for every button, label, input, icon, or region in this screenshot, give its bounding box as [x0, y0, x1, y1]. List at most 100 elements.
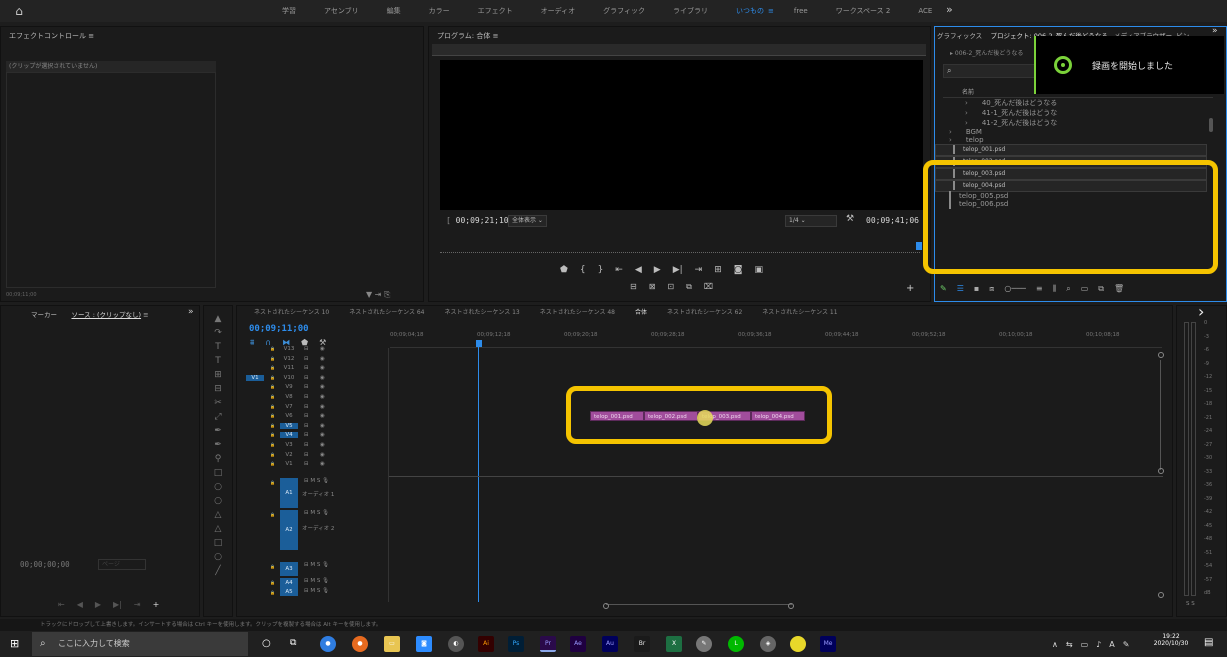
sequence-tab[interactable]: ネストされたシーケンス 10 [248, 306, 343, 320]
eye-icon[interactable]: ◉ [320, 423, 325, 429]
source-go-out-icon[interactable]: ⇥ [134, 600, 141, 609]
illustrator-icon[interactable]: Ai [478, 636, 494, 652]
lock-icon[interactable]: 🔒 [270, 413, 275, 418]
project-item[interactable]: › 41-1_死んだ後はどうな [935, 108, 1207, 118]
sync-icon[interactable]: ⊟ [304, 442, 309, 448]
program-scrubber[interactable] [440, 245, 920, 253]
freeform-view-icon[interactable]: ⧈ [989, 284, 994, 294]
track-label[interactable]: V11 [280, 365, 298, 371]
project-search-input[interactable]: ⌕ [943, 64, 1035, 78]
sort-icon[interactable]: ≡ [1036, 284, 1043, 294]
workspace-tab[interactable]: カラー [415, 0, 464, 22]
shield-icon[interactable]: ◈ [760, 636, 776, 652]
track-label[interactable]: V4 [280, 432, 298, 439]
line-icon[interactable]: L [728, 636, 744, 652]
track-label[interactable]: A5 [280, 588, 298, 596]
ime-icon[interactable]: A [1109, 640, 1114, 649]
file-explorer-icon[interactable]: ▭ [384, 636, 400, 652]
track-label[interactable]: A1 [280, 478, 298, 508]
project-item[interactable]: telop_001.psd [935, 144, 1207, 156]
brush-icon[interactable]: ⚲ [215, 454, 222, 464]
line-tool-icon[interactable]: ╱ [215, 566, 220, 576]
lock-icon[interactable]: 🔒 [270, 512, 275, 517]
meters-expand-icon[interactable]: › [1198, 302, 1204, 321]
lock-icon[interactable]: 🔒 [270, 375, 275, 380]
ellipse-tool-icon[interactable]: ○ [214, 482, 222, 492]
solo-buttons[interactable]: S S [1186, 601, 1195, 607]
icon-view-icon[interactable]: ▪ [974, 284, 979, 294]
home-icon[interactable]: ⌂ [12, 4, 26, 18]
track-controls[interactable]: ⊟ M S 🎙 [304, 510, 329, 516]
track-label[interactable]: A2 [280, 510, 298, 550]
volume-icon[interactable]: ♪ [1096, 640, 1101, 649]
project-item[interactable]: › BGM [935, 128, 1207, 136]
workspace-tab[interactable]: 編集 [373, 0, 415, 22]
workspace-tab[interactable]: グラフィック [589, 0, 659, 22]
track-label[interactable]: V2 [280, 452, 298, 458]
workspace-tab[interactable]: ワークスペース 2 [822, 0, 905, 22]
system-clock[interactable]: 19:22 2020/10/30 [1148, 633, 1194, 647]
lock-icon[interactable]: 🔒 [270, 452, 275, 457]
column-name-header[interactable]: 名前 [962, 87, 974, 96]
media-encoder-icon[interactable]: Me [820, 636, 836, 652]
slip-icon[interactable]: ✂ [214, 398, 222, 408]
sync-icon[interactable]: ⊟ [304, 375, 309, 381]
track-controls[interactable]: ⊟ M S 🎙 [304, 478, 329, 484]
lock-icon[interactable]: 🔒 [270, 356, 275, 361]
marker-icon[interactable]: ⬟ [560, 265, 568, 275]
yellow-app-icon[interactable] [790, 636, 806, 652]
sync-icon[interactable]: ⊟ [304, 404, 309, 410]
find-icon[interactable]: ⌕ [1066, 284, 1070, 294]
timeline-playhead-handle[interactable] [476, 340, 482, 347]
taskbar-search[interactable]: ここに入力して検索 [32, 632, 248, 656]
insert-icon[interactable]: ⊞ [714, 265, 722, 275]
pen-tool-icon[interactable]: ✒ [214, 426, 222, 436]
chevron-right-icon[interactable]: › [965, 99, 968, 107]
horizontal-zoom-bar[interactable] [606, 604, 792, 609]
workspace-tab[interactable]: オーディオ [527, 0, 590, 22]
more-workspaces-icon[interactable]: » [946, 3, 953, 16]
ellipse-tool-2-icon[interactable]: ○ [214, 496, 222, 506]
chevron-right-icon[interactable]: › [965, 109, 968, 117]
v-scroll-bottom[interactable] [1158, 468, 1164, 474]
filter-icon[interactable]: ▼ ⇥ ⎘ [366, 290, 390, 300]
track-label[interactable]: A4 [280, 578, 298, 588]
eye-icon[interactable]: ◉ [320, 432, 325, 438]
lock-icon[interactable]: 🔒 [270, 564, 275, 569]
source-play-icon[interactable]: ▶ [95, 600, 101, 609]
lift-icon[interactable]: ⊟ [630, 282, 637, 292]
eye-icon[interactable]: ◉ [320, 461, 325, 467]
project-item[interactable]: › 40_死んだ後はどうなる [935, 98, 1207, 108]
source-add-icon[interactable]: + [153, 600, 160, 609]
sync-icon[interactable]: ⊟ [304, 413, 309, 419]
lock-icon[interactable]: 🔒 [270, 442, 275, 447]
windows-start-icon[interactable]: ⊞ [10, 637, 19, 650]
eye-icon[interactable]: ◉ [320, 356, 325, 362]
lock-icon[interactable]: 🔒 [270, 404, 275, 409]
workspace-tab[interactable]: エフェクト [464, 0, 527, 22]
sequence-tab[interactable]: ネストされたシーケンス 48 [534, 306, 629, 320]
after-effects-icon[interactable]: Ae [570, 636, 586, 652]
camera-icon[interactable]: ◙ [734, 265, 743, 275]
source-forward-icon[interactable]: ▶| [113, 600, 122, 609]
in-point-icon[interactable]: { [580, 265, 586, 275]
excel-icon[interactable]: X [666, 636, 682, 652]
compare-icon[interactable]: ▣ [754, 265, 763, 275]
new-item-icon[interactable]: ⧉ [1098, 284, 1104, 294]
track-label[interactable]: V12 [280, 356, 298, 362]
rect-tool-icon[interactable]: □ [214, 468, 223, 478]
type-tool-icon[interactable]: T [215, 342, 221, 352]
pen-tray-icon[interactable]: ✎ [1123, 640, 1130, 649]
source-back-icon[interactable]: ◀ [77, 600, 83, 609]
program-ruler[interactable] [432, 44, 926, 56]
source-go-in-icon[interactable]: ⇤ [58, 600, 65, 609]
select-tool-icon[interactable]: ▲ [215, 314, 222, 324]
ripple-icon[interactable]: ⊞ [214, 370, 222, 380]
vertical-type-icon[interactable]: T [215, 356, 221, 366]
lock-icon[interactable]: 🔒 [270, 384, 275, 389]
razor-icon[interactable]: ⊟ [214, 384, 222, 394]
chevron-right-icon[interactable]: › [949, 136, 952, 144]
sync-icon[interactable]: ⊟ [304, 423, 309, 429]
sync-icon[interactable]: ⊟ [304, 452, 309, 458]
chevron-right-icon[interactable]: › [949, 128, 952, 136]
